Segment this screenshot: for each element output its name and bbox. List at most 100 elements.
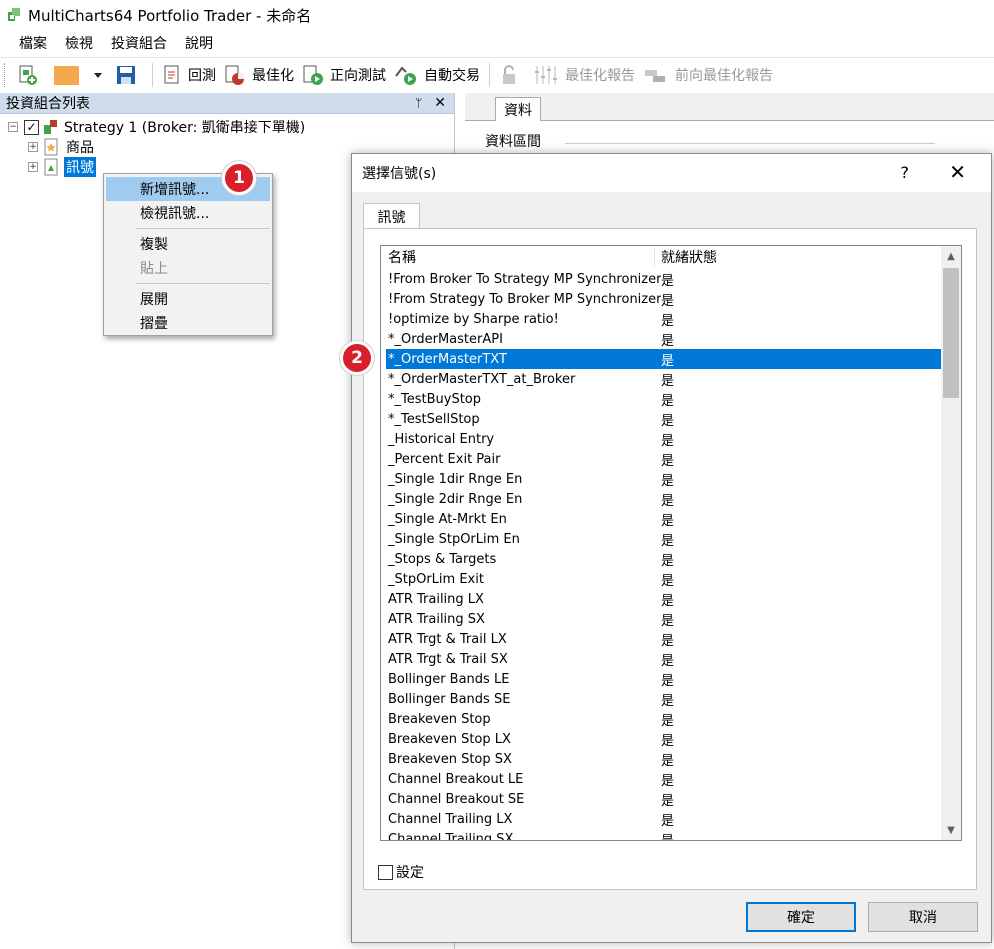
settings-checkbox[interactable]: 設定 [378,862,424,882]
list-row[interactable]: Channel Breakout LE 是 [381,769,941,789]
column-status[interactable]: 就緒狀態 [654,247,717,267]
pie-chart-icon [225,65,244,85]
checkbox-box[interactable] [378,864,393,880]
list-row[interactable]: _Single 2dir Rnge En 是 [381,489,941,509]
strategy-label: Strategy 1 (Broker: 凱衛串接下單機) [64,120,306,136]
lock-button[interactable] [495,61,529,89]
sliders-icon [535,65,557,84]
close-button[interactable]: ✕ [949,160,966,184]
opt-report-button[interactable]: 最佳化報告 [529,61,639,89]
list-row[interactable]: Breakeven Stop LX 是 [381,729,941,749]
pin-icon[interactable]: ᛘ [415,96,422,110]
list-row[interactable]: Breakeven Stop 是 [381,709,941,729]
scroll-thumb[interactable] [943,268,959,398]
list-row[interactable]: _Stops & Targets 是 [381,549,941,569]
list-row[interactable]: *_TestBuyStop 是 [381,389,941,409]
signal-name: _Single 1dir Rnge En [388,471,523,487]
tab-data[interactable]: 資料 [495,97,541,121]
expand-icon[interactable]: + [28,162,38,172]
lock-icon [503,64,515,84]
menu-portfolio[interactable]: 投資組合 [102,33,176,53]
toolbar-grip[interactable] [4,62,7,87]
data-range-label: 資料區間 [485,134,541,150]
column-name[interactable]: 名稱 [381,247,654,267]
new-portfolio-button[interactable] [13,61,49,89]
new-document-icon [19,65,37,85]
scroll-down-icon[interactable]: ▼ [941,820,961,840]
autotrade-button[interactable]: 自動交易 [390,61,484,89]
signal-status: 是 [661,613,675,629]
list-row[interactable]: Bollinger Bands SE 是 [381,689,941,709]
list-row[interactable]: !From Broker To Strategy MP Synchronizer… [381,269,941,289]
menu-item-collapse[interactable]: 摺疊 [104,311,272,335]
walkforward-button[interactable]: 正向測試 [298,61,390,89]
panel-title: 投資組合列表 [6,96,90,112]
list-row[interactable]: Breakeven Stop SX 是 [381,749,941,769]
list-row[interactable]: _Single 1dir Rnge En 是 [381,469,941,489]
backtest-button[interactable]: 回測 [158,61,220,89]
wf-report-button[interactable]: 前向最佳化報告 [639,61,777,89]
signal-status: 是 [661,553,675,569]
list-row[interactable]: ATR Trailing SX 是 [381,609,941,629]
list-row[interactable]: *_OrderMasterTXT 是 [386,349,941,369]
signal-name: Bollinger Bands SE [388,691,511,707]
list-row[interactable]: !optimize by Sharpe ratio! 是 [381,309,941,329]
list-row[interactable]: Bollinger Bands LE 是 [381,669,941,689]
signal-status: 是 [661,713,675,729]
tab-signals[interactable]: 訊號 [363,203,420,229]
list-row[interactable]: _Single StpOrLim En 是 [381,529,941,549]
ok-button[interactable]: 確定 [746,902,856,932]
list-row[interactable]: _Percent Exit Pair 是 [381,449,941,469]
open-dropdown-button[interactable] [91,61,111,89]
cancel-button[interactable]: 取消 [868,902,978,932]
list-row[interactable]: Channel Breakout SE 是 [381,789,941,809]
wf-report-label: 前向最佳化報告 [675,67,773,84]
menu-item-copy[interactable]: 複製 [104,232,272,256]
list-row[interactable]: _Historical Entry 是 [381,429,941,449]
strategy-checkbox[interactable]: ✓ [24,119,39,135]
list-row[interactable]: !From Strategy To Broker MP Synchronizer… [381,289,941,309]
menu-item-paste[interactable]: 貼上 [104,256,272,280]
signal-status: 是 [661,513,675,529]
signals-list[interactable]: 名稱 就緒狀態 !From Broker To Strategy MP Sync… [380,245,962,841]
list-row[interactable]: ATR Trailing LX 是 [381,589,941,609]
list-row[interactable]: ATR Trgt & Trail SX 是 [381,649,941,669]
signal-icon [44,158,58,176]
list-row[interactable]: Channel Trailing SX 是 [381,829,941,841]
signal-name: Breakeven Stop SX [388,751,512,767]
list-row[interactable]: *_TestSellStop 是 [381,409,941,429]
close-icon[interactable]: ✕ [434,95,446,111]
menu-view[interactable]: 檢視 [56,33,102,53]
signal-name: Channel Breakout SE [388,791,525,807]
vertical-scrollbar[interactable]: ▲ ▼ [941,246,961,840]
autotrade-label: 自動交易 [424,67,480,84]
optimize-button[interactable]: 最佳化 [220,61,298,89]
signal-status: 是 [661,473,675,489]
help-button[interactable]: ? [901,163,910,182]
save-button[interactable] [111,61,147,89]
signal-status: 是 [661,573,675,589]
list-row[interactable]: *_OrderMasterAPI 是 [381,329,941,349]
list-header: 名稱 就緒狀態 [381,246,941,268]
signal-name: _Stops & Targets [388,551,497,567]
menu-help[interactable]: 說明 [176,33,222,53]
menu-item-view-signal[interactable]: 檢視訊號... [104,201,272,225]
window-title: MultiCharts64 Portfolio Trader - 未命名 [28,6,312,25]
list-row[interactable]: *_OrderMasterTXT_at_Broker 是 [381,369,941,389]
menu-file[interactable]: 檔案 [10,33,56,53]
signal-name: Channel Breakout LE [388,771,524,787]
list-row[interactable]: _StpOrLim Exit 是 [381,569,941,589]
expand-icon[interactable]: + [28,142,38,152]
toolbar-separator [152,62,153,87]
collapse-icon[interactable]: − [8,122,18,132]
menu-item-expand[interactable]: 展開 [104,287,272,311]
dialog-title-bar: 選擇信號(s) [352,154,991,192]
scroll-up-icon[interactable]: ▲ [941,246,961,266]
tree-item-strategy[interactable]: − ✓ Strategy 1 (Broker: 凱衛串接下單機) [0,117,454,137]
signal-name: *_OrderMasterTXT_at_Broker [388,371,576,387]
list-row[interactable]: _Single At-Mrkt En 是 [381,509,941,529]
list-row[interactable]: ATR Trgt & Trail LX 是 [381,629,941,649]
open-folder-button[interactable] [49,61,91,89]
signal-name: _Single At-Mrkt En [388,511,507,527]
list-row[interactable]: Channel Trailing LX 是 [381,809,941,829]
